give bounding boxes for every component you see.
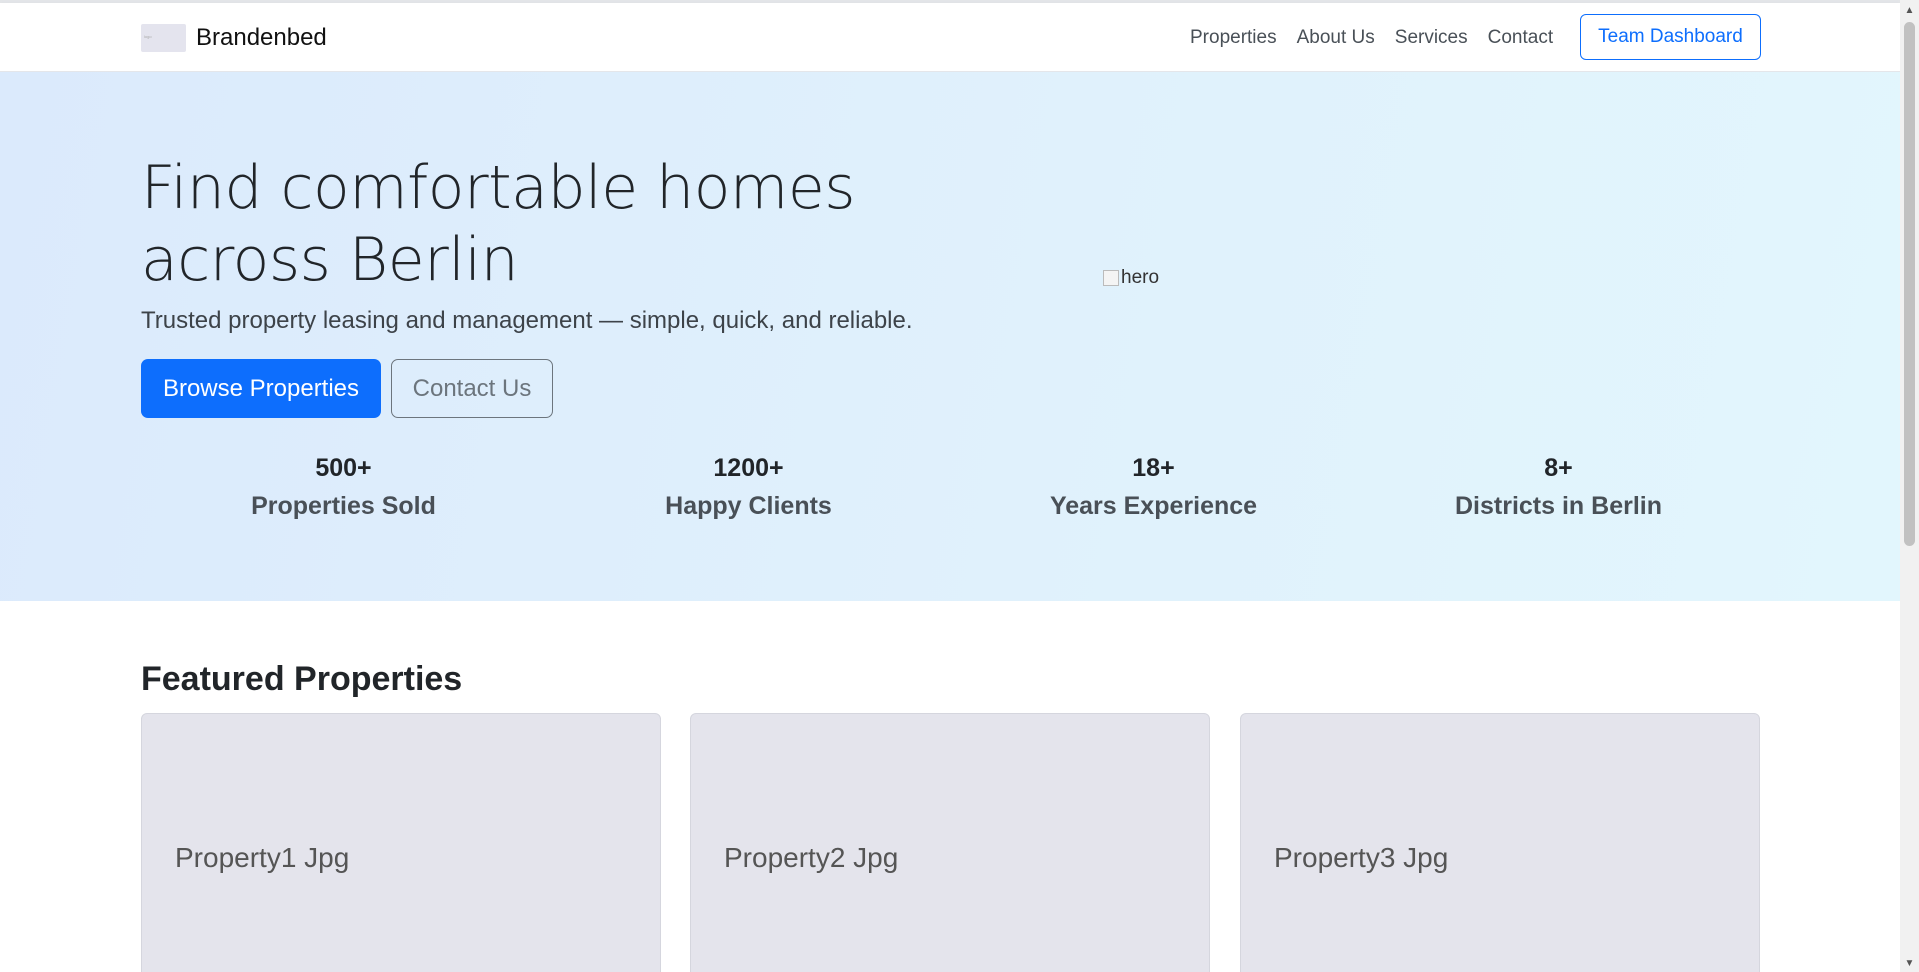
stat-years-experience: 18+ Years Experience	[951, 449, 1356, 525]
property-card-2[interactable]: Property2 Jpg	[690, 713, 1210, 972]
page: logo Brandenbed Properties About Us Serv…	[0, 0, 1900, 972]
brand-name: Brandenbed	[196, 24, 327, 51]
stats-row: 500+ Properties Sold 1200+ Happy Clients…	[141, 449, 1761, 525]
triangle-down-icon[interactable]: ▼	[1900, 955, 1919, 972]
property-image-placeholder: Property3 Jpg	[1274, 842, 1449, 873]
nav-link-services[interactable]: Services	[1395, 27, 1468, 49]
property-card-3[interactable]: Property3 Jpg	[1240, 713, 1760, 972]
brand[interactable]: logo Brandenbed	[141, 23, 327, 53]
broken-image-icon	[1103, 270, 1119, 286]
browser-viewport: logo Brandenbed Properties About Us Serv…	[0, 0, 1919, 972]
hero-section: Find comfortable homes across Berlin Tru…	[0, 72, 1900, 601]
brand-logo: logo	[141, 24, 186, 52]
hero-title: Find comfortable homes across Berlin	[141, 153, 856, 295]
stat-label: Happy Clients	[665, 492, 832, 520]
stat-label: Districts in Berlin	[1455, 492, 1662, 520]
property-image-placeholder: Property1 Jpg	[175, 842, 350, 873]
stat-label: Properties Sold	[251, 492, 436, 520]
stat-properties-sold: 500+ Properties Sold	[141, 449, 546, 525]
hero-image-alt: hero	[1121, 267, 1160, 288]
property-cards: Property1 Jpg Property2 Jpg Property3 Jp…	[141, 713, 1761, 972]
browse-properties-button[interactable]: Browse Properties	[141, 359, 381, 418]
stat-number: 1200+	[713, 454, 784, 482]
stat-districts: 8+ Districts in Berlin	[1356, 449, 1761, 525]
nav-links: Properties About Us Services Contact	[1190, 27, 1553, 49]
nav-link-about-us[interactable]: About Us	[1297, 27, 1375, 49]
contact-us-button[interactable]: Contact Us	[391, 359, 553, 418]
triangle-up-icon[interactable]: ▲	[1900, 2, 1919, 19]
featured-properties-title: Featured Properties	[141, 660, 463, 698]
navbar: logo Brandenbed Properties About Us Serv…	[0, 3, 1900, 72]
property-card-1[interactable]: Property1 Jpg	[141, 713, 661, 972]
team-dashboard-button[interactable]: Team Dashboard	[1580, 14, 1761, 60]
stat-number: 500+	[315, 454, 372, 482]
hero-subtitle: Trusted property leasing and management …	[141, 307, 913, 334]
vertical-scrollbar[interactable]: ▲ ▼	[1900, 0, 1919, 972]
nav-link-contact[interactable]: Contact	[1488, 27, 1553, 49]
hero-image: hero	[1103, 267, 1159, 289]
nav-link-properties[interactable]: Properties	[1190, 27, 1277, 49]
stat-label: Years Experience	[1049, 492, 1258, 520]
stat-number: 18+	[1132, 454, 1175, 482]
scrollbar-thumb[interactable]	[1904, 22, 1915, 546]
stat-number: 8+	[1544, 454, 1573, 482]
property-image-placeholder: Property2 Jpg	[724, 842, 899, 873]
stat-happy-clients: 1200+ Happy Clients	[546, 449, 951, 525]
